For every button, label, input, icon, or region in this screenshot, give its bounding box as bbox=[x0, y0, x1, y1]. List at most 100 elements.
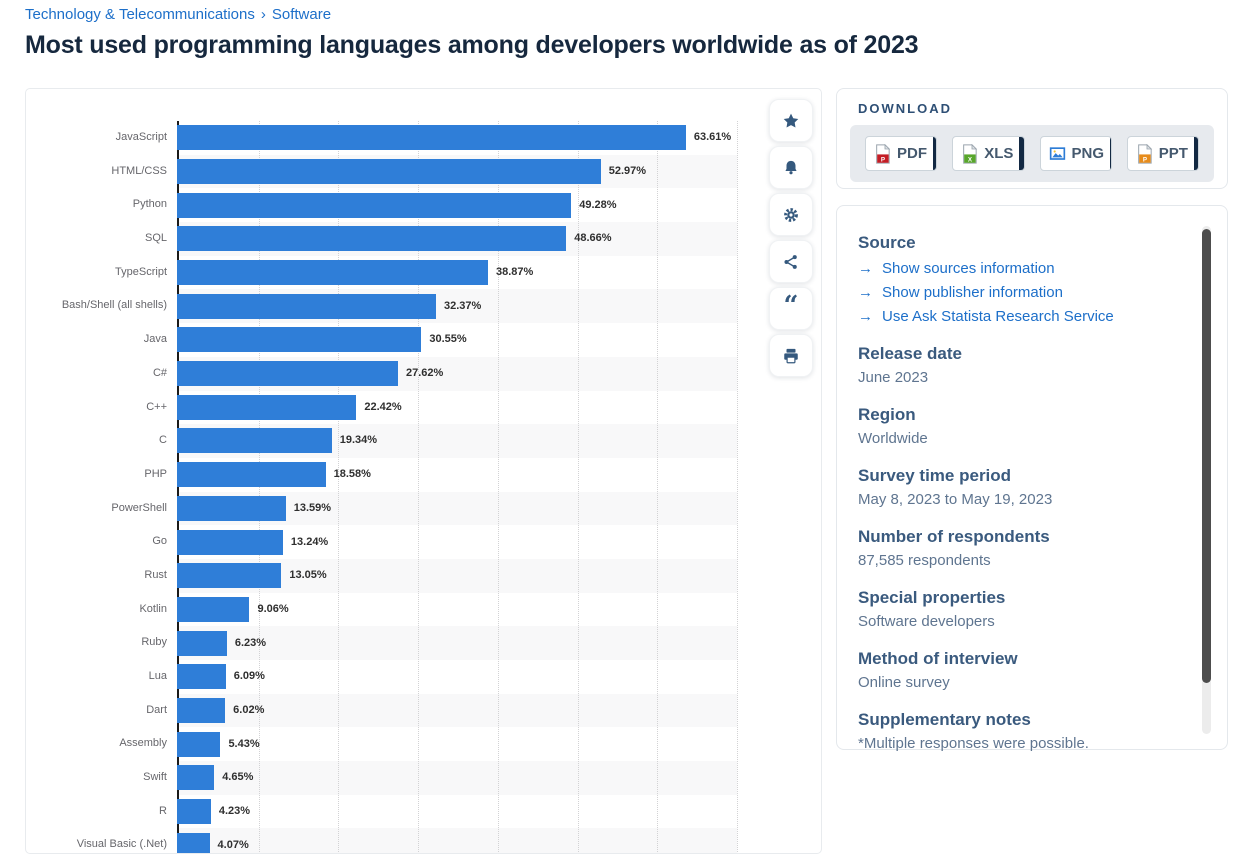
section-heading: Survey time period bbox=[858, 466, 1187, 486]
row-plot-area: 4.23% bbox=[177, 795, 737, 829]
scrollbar-track[interactable] bbox=[1202, 226, 1211, 734]
category-label: Rust bbox=[32, 559, 177, 593]
chart-row: Kotlin9.06% bbox=[32, 593, 737, 627]
breadcrumb-category-link[interactable]: Technology & Telecommunications bbox=[25, 6, 255, 23]
bar-value-label: 6.23% bbox=[235, 631, 266, 656]
bar[interactable] bbox=[177, 361, 398, 386]
bar[interactable] bbox=[177, 799, 211, 824]
chart-row: R4.23% bbox=[32, 795, 737, 829]
cite-button[interactable]: “ bbox=[769, 287, 813, 330]
category-label: Ruby bbox=[32, 626, 177, 660]
download-xls-button[interactable]: XXLS+ bbox=[952, 136, 1024, 171]
category-label: Java bbox=[32, 323, 177, 357]
bar[interactable] bbox=[177, 294, 436, 319]
bar-value-label: 22.42% bbox=[364, 395, 401, 420]
chart-row: HTML/CSS52.97% bbox=[32, 155, 737, 189]
section-heading: Supplementary notes bbox=[858, 710, 1187, 730]
section-value: June 2023 bbox=[858, 369, 1187, 386]
arrow-right-icon: → bbox=[858, 284, 873, 301]
source-link-label: Show sources information bbox=[882, 260, 1055, 277]
bar[interactable] bbox=[177, 193, 571, 218]
source-link[interactable]: → Show sources information bbox=[858, 260, 1187, 277]
category-label: PHP bbox=[32, 458, 177, 492]
print-button[interactable] bbox=[769, 334, 813, 377]
bar[interactable] bbox=[177, 327, 421, 352]
chart-row: C++22.42% bbox=[32, 391, 737, 425]
bar[interactable] bbox=[177, 496, 286, 521]
row-plot-area: 6.02% bbox=[177, 694, 737, 728]
category-label: Kotlin bbox=[32, 593, 177, 627]
row-plot-area: 6.23% bbox=[177, 626, 737, 660]
favorite-button[interactable] bbox=[769, 99, 813, 142]
source-link[interactable]: →Show publisher information bbox=[858, 284, 1187, 301]
breadcrumb: Technology & Telecommunications › Software bbox=[25, 6, 331, 23]
bar-value-label: 5.43% bbox=[228, 732, 259, 757]
xls-file-icon: X bbox=[953, 144, 978, 164]
bar[interactable] bbox=[177, 428, 332, 453]
bar[interactable] bbox=[177, 125, 686, 150]
download-png-button[interactable]: PNG+ bbox=[1040, 136, 1112, 171]
category-label: SQL bbox=[32, 222, 177, 256]
category-label: PowerShell bbox=[32, 492, 177, 526]
row-plot-area: 38.87% bbox=[177, 256, 737, 290]
bar[interactable] bbox=[177, 260, 488, 285]
bar[interactable] bbox=[177, 462, 326, 487]
bar-value-label: 48.66% bbox=[574, 226, 611, 251]
printer-icon bbox=[782, 347, 800, 365]
section-value: *Multiple responses were possible. bbox=[858, 735, 1187, 752]
settings-button[interactable] bbox=[769, 193, 813, 236]
bar[interactable] bbox=[177, 765, 214, 790]
bar[interactable] bbox=[177, 159, 601, 184]
bar[interactable] bbox=[177, 563, 281, 588]
section-value: May 8, 2023 to May 19, 2023 bbox=[858, 491, 1187, 508]
category-label: Python bbox=[32, 188, 177, 222]
download-panel: DOWNLOAD PPDF+XXLS+PNG+PPPT+ bbox=[836, 88, 1228, 189]
share-button[interactable] bbox=[769, 240, 813, 283]
plus-icon[interactable]: + bbox=[1110, 136, 1112, 171]
notifications-button[interactable] bbox=[769, 146, 813, 189]
bar[interactable] bbox=[177, 530, 283, 555]
download-pdf-button[interactable]: PPDF+ bbox=[865, 136, 937, 171]
ppt-file-icon: P bbox=[1128, 144, 1153, 164]
breadcrumb-separator: › bbox=[261, 6, 266, 23]
breadcrumb-subcategory-link[interactable]: Software bbox=[272, 6, 331, 23]
bar[interactable] bbox=[177, 664, 226, 689]
pdf-file-icon: P bbox=[866, 144, 891, 164]
category-label: Bash/Shell (all shells) bbox=[32, 289, 177, 323]
bar[interactable] bbox=[177, 631, 227, 656]
category-label: Visual Basic (.Net) bbox=[32, 828, 177, 854]
quote-icon: “ bbox=[784, 301, 799, 317]
row-plot-area: 48.66% bbox=[177, 222, 737, 256]
download-format-label: XLS bbox=[978, 145, 1019, 162]
plus-icon[interactable]: + bbox=[1194, 136, 1199, 171]
arrow-right-icon: → bbox=[858, 260, 873, 277]
bar-value-label: 4.65% bbox=[222, 765, 253, 790]
bar-chart: JavaScript63.61%HTML/CSS52.97%Python49.2… bbox=[32, 121, 737, 854]
row-plot-area: 18.58% bbox=[177, 458, 737, 492]
chart-row: C19.34% bbox=[32, 424, 737, 458]
chart-row: JavaScript63.61% bbox=[32, 121, 737, 155]
category-label: Lua bbox=[32, 660, 177, 694]
bar[interactable] bbox=[177, 395, 356, 420]
bar[interactable] bbox=[177, 732, 220, 757]
bar[interactable] bbox=[177, 226, 566, 251]
bar-value-label: 18.58% bbox=[334, 462, 371, 487]
bar[interactable] bbox=[177, 833, 210, 854]
row-plot-area: 52.97% bbox=[177, 155, 737, 189]
row-plot-area: 6.09% bbox=[177, 660, 737, 694]
plus-icon[interactable]: + bbox=[1019, 136, 1024, 171]
bar-value-label: 13.05% bbox=[289, 563, 326, 588]
source-link[interactable]: →Use Ask Statista Research Service bbox=[858, 308, 1187, 325]
bell-icon bbox=[782, 159, 800, 177]
bar[interactable] bbox=[177, 597, 249, 622]
svg-text:P: P bbox=[1143, 156, 1147, 163]
scrollbar-thumb[interactable] bbox=[1202, 229, 1211, 683]
row-plot-area: 13.59% bbox=[177, 492, 737, 526]
chart-row: C#27.62% bbox=[32, 357, 737, 391]
plus-icon[interactable]: + bbox=[933, 136, 937, 171]
download-ppt-button[interactable]: PPPT+ bbox=[1127, 136, 1199, 171]
row-plot-area: 13.24% bbox=[177, 525, 737, 559]
bar[interactable] bbox=[177, 698, 225, 723]
download-format-label: PNG bbox=[1066, 145, 1111, 162]
bar-value-label: 32.37% bbox=[444, 294, 481, 319]
